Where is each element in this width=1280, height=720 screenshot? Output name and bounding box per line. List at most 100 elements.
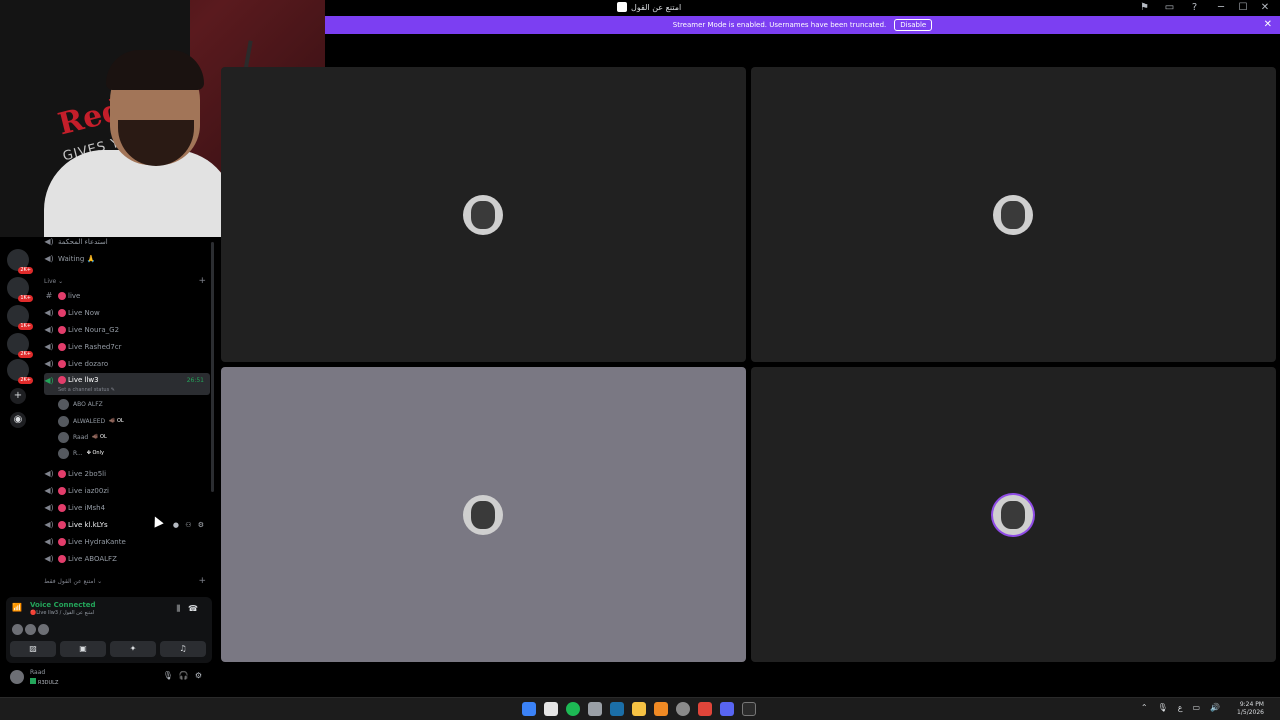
category-live[interactable]: Live ⌄ +: [44, 276, 210, 286]
live-dot-icon: [58, 376, 66, 384]
live-dot-icon: [58, 342, 66, 351]
username[interactable]: Raad: [30, 669, 45, 676]
network-icon[interactable]: ▭: [1192, 703, 1200, 712]
server-icon[interactable]: 2K+: [7, 333, 33, 358]
minimize-button[interactable]: ─: [1210, 0, 1232, 16]
clock[interactable]: 9:24 PM 1/5/2026: [1237, 701, 1264, 717]
brave-icon[interactable]: [698, 702, 712, 716]
soundboard-button[interactable]: ♫: [160, 641, 206, 657]
activities-button[interactable]: ✦: [110, 641, 156, 657]
voice-actions: ⫼☎: [176, 604, 206, 614]
channel-tools-icon[interactable]: ● ⚇ ⚙: [173, 521, 206, 529]
chrome-icon[interactable]: [676, 702, 690, 716]
discover-icon[interactable]: ◉: [10, 412, 26, 428]
speaker-icon: ◀): [44, 520, 54, 529]
avatar[interactable]: [38, 624, 49, 635]
add-channel-icon[interactable]: +: [198, 576, 206, 586]
server-icon[interactable]: 2K+: [7, 359, 33, 384]
screen-share-button[interactable]: ▣: [60, 641, 106, 657]
streamer-hair: [106, 50, 204, 90]
discord-taskbar-icon[interactable]: [720, 702, 734, 716]
add-server-icon[interactable]: +: [10, 388, 26, 404]
channel-status-prompt[interactable]: Set a channel status ✎: [58, 387, 115, 393]
launcher-icon[interactable]: [654, 702, 668, 716]
speaker-icon: ◀): [44, 359, 54, 368]
speaker-icon: ◀): [44, 254, 54, 263]
disable-streamer-mode-button[interactable]: Disable: [894, 19, 933, 31]
avatar[interactable]: [10, 670, 24, 684]
help-icon[interactable]: ?: [1189, 2, 1200, 13]
inbox-icon[interactable]: ▭: [1164, 2, 1175, 13]
voice-user[interactable]: ALWALEED 🐗 OL: [58, 414, 124, 428]
voice-channel[interactable]: ◀) Live ABOALFZ: [44, 551, 210, 566]
server-icon[interactable]: 1K+: [7, 305, 33, 330]
mention-badge: 1K+: [18, 295, 33, 302]
title-bar: امتنع عن القول ⚑ ▭ ? ─ ☐ ✕: [325, 0, 1280, 16]
noise-suppression-icon[interactable]: ⫼: [176, 604, 188, 613]
volume-icon[interactable]: 🔊: [1210, 703, 1220, 712]
mention-badge: 2K+: [18, 267, 33, 274]
voice-channel[interactable]: ◀) Live dozaro: [44, 356, 210, 371]
flag-icon[interactable]: ⚑: [1139, 2, 1150, 13]
gear-icon[interactable]: ⚙: [195, 671, 208, 680]
terminal-icon[interactable]: [742, 702, 756, 716]
language-indicator[interactable]: ع: [1178, 703, 1183, 712]
video-tile[interactable]: [221, 67, 746, 362]
channel-scrollbar[interactable]: [211, 242, 214, 492]
video-tile[interactable]: [751, 67, 1276, 362]
voice-channel[interactable]: ◀) Waiting 🙏: [44, 251, 210, 266]
close-window-button[interactable]: ✕: [1254, 0, 1276, 16]
chevron-up-icon[interactable]: ⌃: [1141, 703, 1148, 712]
avatar[interactable]: [25, 624, 36, 635]
speaker-icon: ◀): [44, 376, 54, 385]
mic-tray-icon[interactable]: 🎙: [1158, 703, 1168, 712]
live-dot-icon: [58, 503, 66, 512]
discord-window: امتنع عن القول ⚑ ▭ ? ─ ☐ ✕ Streamer Mode…: [0, 0, 1280, 720]
video-tile[interactable]: [221, 367, 746, 662]
voice-user[interactable]: Raad 🐗 OL: [58, 430, 107, 444]
avatar: [58, 398, 69, 410]
headphones-icon[interactable]: 🎧: [179, 671, 195, 680]
voice-channel[interactable]: ◀) استدعاء المحكمة: [44, 237, 210, 249]
signal-icon[interactable]: 📶: [12, 603, 22, 613]
voice-channel[interactable]: ◀) Live Noura_G2: [44, 322, 210, 337]
server-icon[interactable]: 1K+: [7, 277, 33, 302]
mention-badge: 1K+: [18, 323, 33, 330]
voice-channel[interactable]: ◀) Live Now: [44, 305, 210, 320]
user-status: R3DULZ: [30, 678, 58, 686]
maximize-button[interactable]: ☐: [1232, 0, 1254, 16]
close-banner-icon[interactable]: ✕: [1264, 19, 1272, 30]
voice-channel[interactable]: ◀) Live iaz00zi: [44, 483, 210, 498]
file-explorer-icon[interactable]: [632, 702, 646, 716]
start-icon[interactable]: [522, 702, 536, 716]
spotify-icon[interactable]: [566, 702, 580, 716]
voice-user[interactable]: R... ✤ Only: [58, 446, 104, 460]
voice-status-subtitle[interactable]: 🔴Live llw3 / امتنع عن القول: [30, 610, 94, 616]
add-channel-icon[interactable]: +: [198, 276, 206, 286]
mention-badge: 2K+: [18, 351, 33, 358]
streamer-mode-message: Streamer Mode is enabled. Usernames have…: [672, 21, 887, 29]
mention-badge: 2K+: [18, 377, 33, 384]
calendar-app-icon[interactable]: [544, 702, 558, 716]
voice-channel[interactable]: ◀) Live HydraKante: [44, 534, 210, 549]
voice-channel[interactable]: ◀) Live Rashed7cr: [44, 339, 210, 354]
live-dot-icon: [58, 537, 66, 546]
disconnect-icon[interactable]: ☎: [188, 604, 206, 613]
category-bottom[interactable]: امتنع عن القول فقط ⌄ +: [44, 576, 210, 586]
titlebar-tools: ⚑ ▭ ?: [1139, 2, 1200, 13]
voice-channel[interactable]: ◀) Live 2bo5li: [44, 466, 210, 481]
voice-user[interactable]: ABO ALFZ: [58, 397, 107, 411]
video-tile[interactable]: [751, 367, 1276, 662]
steam-icon[interactable]: [610, 702, 624, 716]
server-icon[interactable]: 2K+: [7, 249, 33, 274]
hovered-voice-channel[interactable]: ◀) Live kl.kLYs ● ⚇ ⚙: [44, 517, 210, 532]
voice-status-title[interactable]: Voice Connected: [30, 601, 96, 609]
calculator-icon[interactable]: [588, 702, 602, 716]
microphone-icon[interactable]: 🎙: [163, 671, 179, 680]
text-channel[interactable]: # live: [44, 288, 210, 303]
voice-avatars: [12, 624, 49, 635]
avatar[interactable]: [12, 624, 23, 635]
voice-controls: ▨ ▣ ✦ ♫: [10, 641, 206, 657]
camera-off-button[interactable]: ▨: [10, 641, 56, 657]
voice-channel[interactable]: ◀) Live iMsh4: [44, 500, 210, 515]
